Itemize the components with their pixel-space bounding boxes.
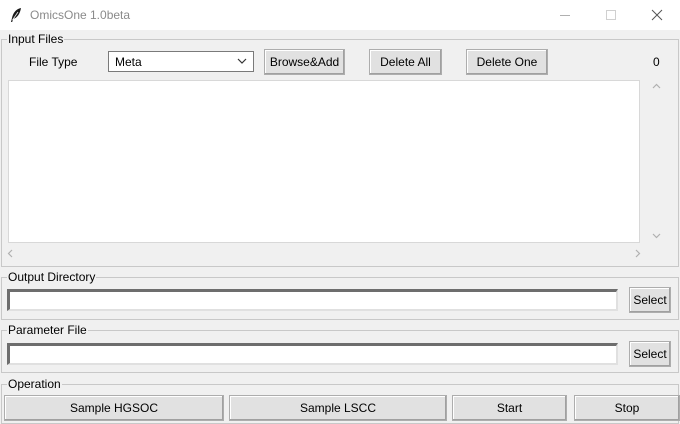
file-type-value: Meta [115, 55, 142, 69]
delete-one-button[interactable]: Delete One [466, 49, 548, 75]
scroll-up-icon[interactable] [652, 83, 661, 89]
input-files-list[interactable] [8, 80, 640, 243]
parameter-file-label: Parameter File [7, 323, 88, 337]
window-title: OmicsOne 1.0beta [30, 8, 131, 22]
operation-label: Operation [7, 377, 62, 391]
parameter-file-input[interactable] [7, 343, 618, 365]
scroll-right-icon[interactable] [635, 249, 641, 258]
browse-add-button[interactable]: Browse&Add [264, 49, 345, 75]
minimize-icon [560, 15, 570, 16]
parameter-file-select-button[interactable]: Select [629, 341, 671, 367]
sample-lscc-button[interactable]: Sample LSCC [229, 395, 447, 421]
close-button[interactable] [634, 0, 680, 30]
output-directory-select-button[interactable]: Select [629, 287, 671, 313]
horizontal-scrollbar[interactable] [3, 246, 646, 261]
output-directory-label: Output Directory [7, 270, 97, 284]
chevron-down-icon [237, 58, 247, 64]
sample-hgsoc-button[interactable]: Sample HGSOC [4, 395, 224, 421]
delete-all-button[interactable]: Delete All [369, 49, 442, 75]
file-type-select[interactable]: Meta [108, 51, 254, 72]
maximize-icon [606, 10, 616, 20]
title-bar[interactable]: OmicsOne 1.0beta [0, 0, 680, 30]
input-files-label: Input Files [7, 32, 65, 46]
maximize-button[interactable] [588, 0, 634, 30]
scroll-down-icon[interactable] [652, 233, 661, 239]
feather-icon [9, 7, 23, 23]
vertical-scrollbar[interactable] [648, 78, 665, 244]
output-directory-input[interactable] [7, 289, 618, 311]
scroll-left-icon[interactable] [7, 249, 13, 258]
close-icon [651, 9, 663, 21]
minimize-button[interactable] [542, 0, 588, 30]
file-type-label: File Type [29, 55, 78, 69]
stop-button[interactable]: Stop [574, 395, 680, 421]
start-button[interactable]: Start [452, 395, 567, 421]
file-count: 0 [653, 55, 660, 69]
